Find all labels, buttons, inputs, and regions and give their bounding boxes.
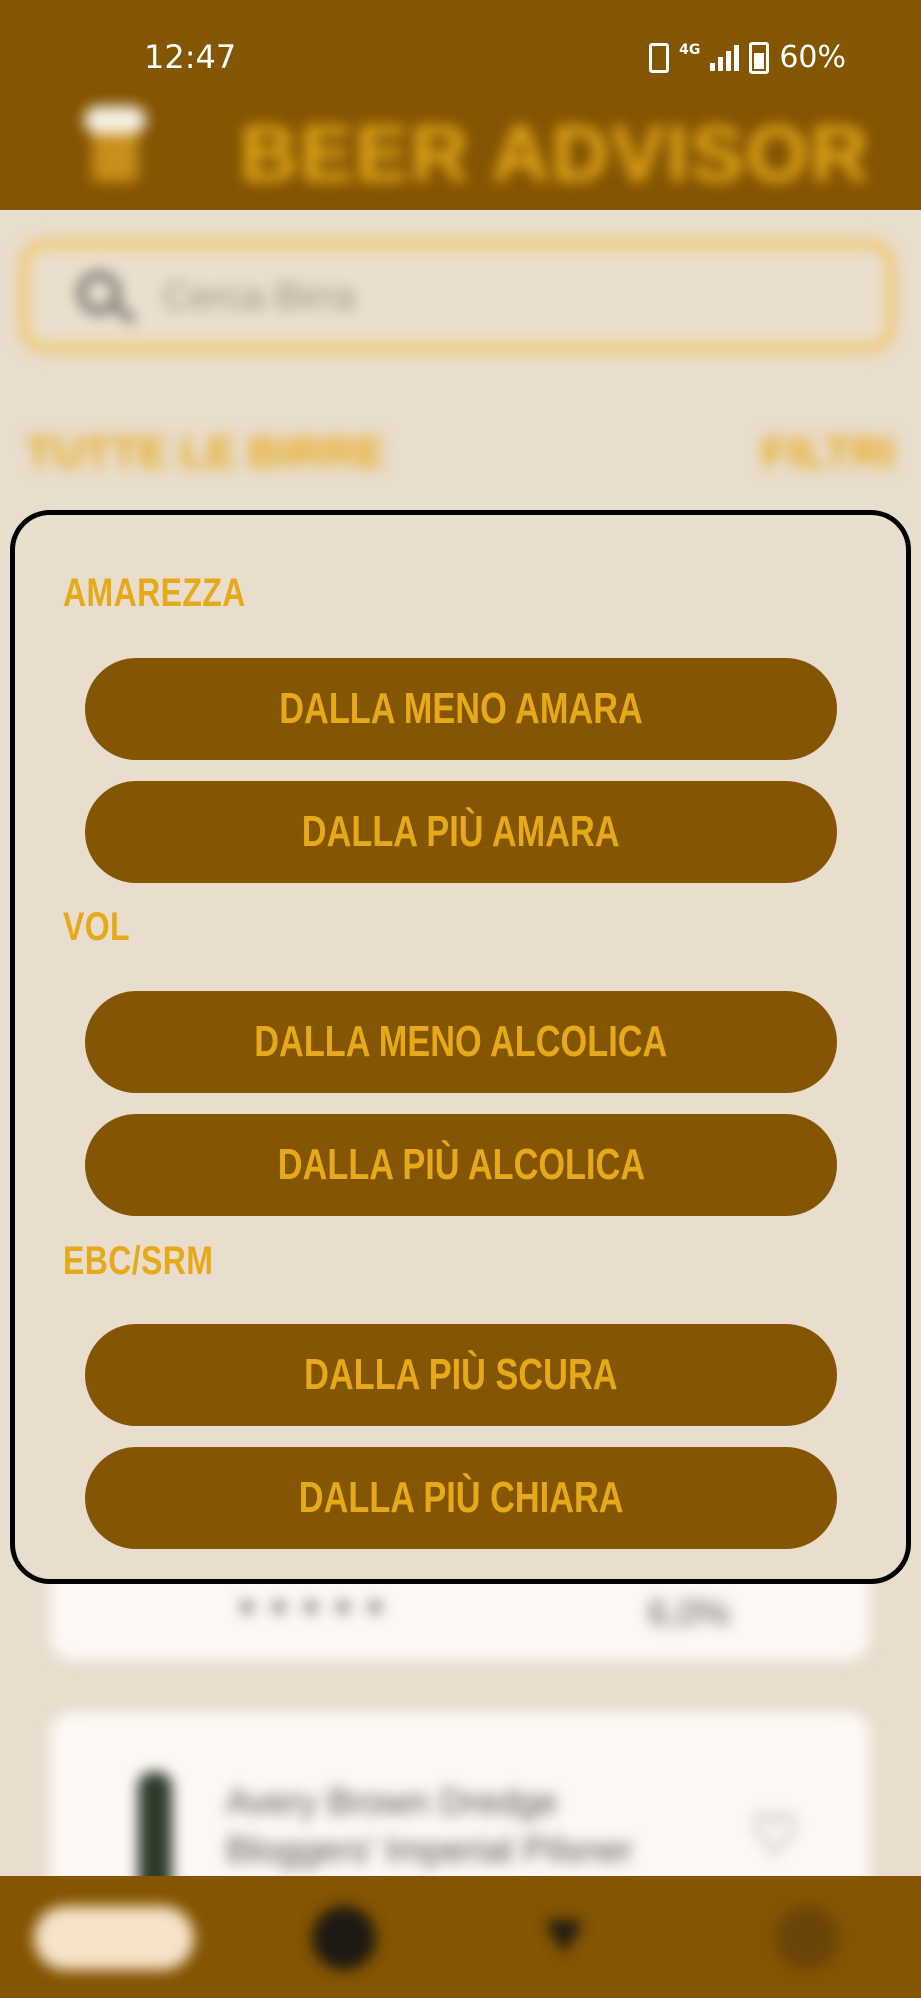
section-abv-label: VOL (63, 905, 130, 949)
sort-least-bitter-button[interactable]: DALLA MENO AMARA (85, 658, 837, 760)
network-type: 4G (679, 41, 701, 58)
rating-stars (240, 1600, 382, 1614)
status-time: 12:47 (144, 38, 237, 76)
nav-explore-icon[interactable] (312, 1906, 376, 1970)
sort-lightest-button[interactable]: DALLA PIÙ CHIARA (85, 1447, 837, 1549)
beer-name: Avery Brown Dredge Bloggers' Imperial Pi… (226, 1781, 634, 1870)
filter-button[interactable]: FILTRI (761, 428, 895, 478)
favorite-icon[interactable]: ♡ (750, 1802, 800, 1868)
all-beers-label: TUTTE LE BIRRE (26, 428, 386, 477)
battery-percent: 60% (779, 40, 846, 75)
beer-logo-icon (78, 100, 158, 190)
search-input[interactable]: Cerca Birra (163, 276, 355, 319)
sort-least-alcoholic-button[interactable]: DALLA MENO ALCOLICA (85, 991, 837, 1093)
section-bitterness-label: AMAREZZA (63, 571, 246, 615)
search-bar[interactable]: Cerca Birra (20, 240, 895, 352)
sort-dialog: AMAREZZA DALLA MENO AMARA DALLA PIÙ AMAR… (10, 510, 911, 1584)
sort-most-bitter-button[interactable]: DALLA PIÙ AMARA (85, 781, 837, 883)
vibrate-icon (649, 42, 670, 73)
app-title: BEER ADVISOR (240, 109, 871, 198)
nav-profile-icon[interactable] (775, 1906, 839, 1970)
sort-darkest-button[interactable]: DALLA PIÙ SCURA (85, 1324, 837, 1426)
nav-home-icon[interactable] (34, 1906, 194, 1970)
nav-favorites-heart-icon[interactable]: ♥ (545, 1900, 583, 1964)
sort-most-alcoholic-button[interactable]: DALLA PIÙ ALCOLICA (85, 1114, 837, 1216)
bottom-nav: ♥ (0, 1876, 921, 1998)
section-color-label: EBC/SRM (63, 1239, 214, 1283)
signal-icon (710, 44, 740, 71)
battery-icon (749, 41, 770, 74)
search-icon (78, 272, 120, 314)
status-icons: 4G 60% (649, 40, 846, 75)
status-bar: 12:47 4G 60% (0, 0, 921, 110)
beer-abv: 6,0% (647, 1592, 730, 1633)
